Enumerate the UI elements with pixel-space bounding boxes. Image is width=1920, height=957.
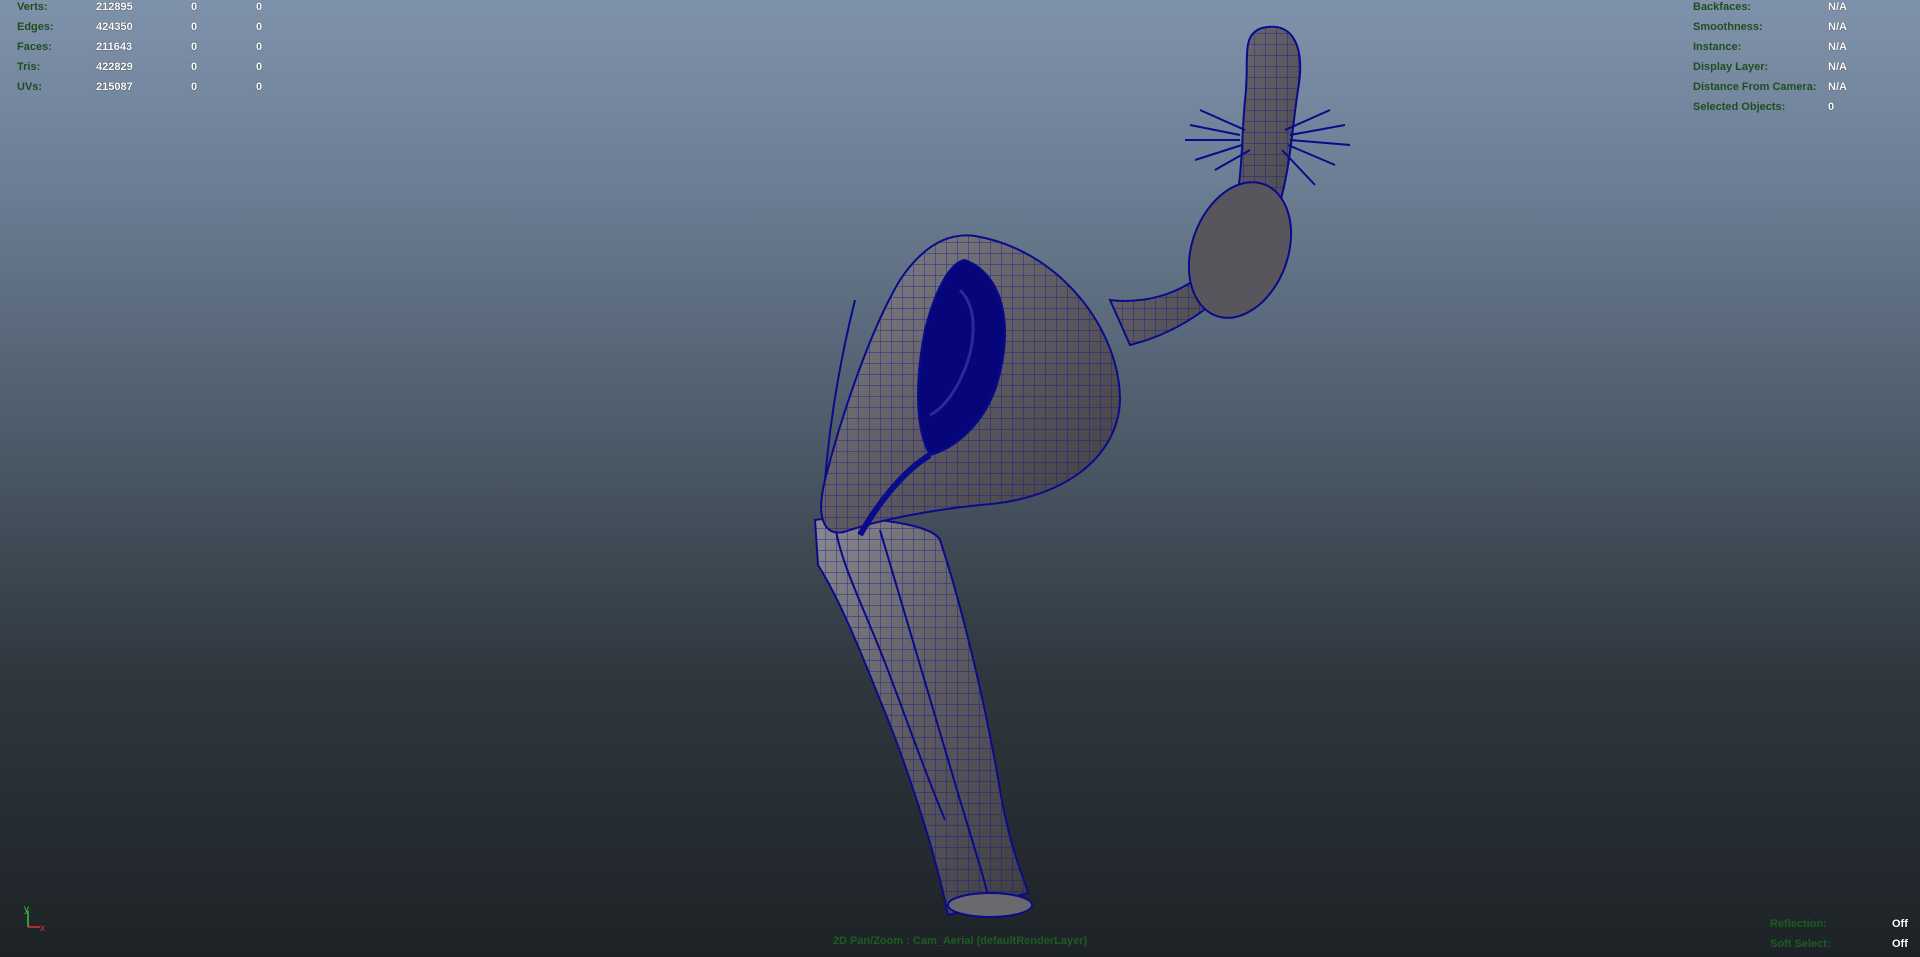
info-label: Selected Objects: [1693,101,1786,113]
info-value: N/A [1828,81,1847,93]
3d-viewport[interactable]: Verts: 212895 0 0 Edges: 424350 0 0 Face… [0,0,1920,957]
stats-value: 212895 [96,1,133,13]
lower-tube [813,517,1030,917]
axis-x-label: x [40,923,45,934]
info-value: N/A [1828,41,1847,53]
stats-value: 0 [256,21,263,33]
stats-value: 0 [256,81,263,93]
info-value: N/A [1828,21,1847,33]
stats-label: Faces: [17,41,52,53]
camera-label: 2D Pan/Zoom : Cam_Aerial (defaultRenderL… [832,935,1088,947]
flag-value: Off [1892,918,1908,930]
stats-label: Verts: [17,1,48,13]
info-label: Distance From Camera: [1693,81,1817,93]
stats-value: 0 [191,81,198,93]
stats-label: UVs: [17,81,43,93]
info-value: 0 [1828,101,1835,113]
stats-value: 211643 [96,41,133,53]
stats-value: 424350 [96,21,133,33]
flag-label: Reflection: [1770,918,1827,930]
stats-value: 0 [191,21,198,33]
info-label: Smoothness: [1693,21,1763,33]
stats-value: 422829 [96,61,133,73]
stats-value: 0 [191,1,198,13]
info-label: Instance: [1693,41,1742,53]
stats-value: 215087 [96,81,133,93]
uterus-body [820,234,1122,537]
info-label: Backfaces: [1693,1,1752,13]
axis-y-label: y [24,905,29,915]
cut-cap-bottom [947,892,1033,918]
stats-label: Tris: [17,61,41,73]
info-value: N/A [1828,61,1847,73]
stats-value: 0 [191,41,198,53]
info-label: Display Layer: [1693,61,1769,73]
stats-value: 0 [256,41,263,53]
info-value: N/A [1828,1,1847,13]
mesh-model[interactable] [0,0,1920,957]
axis-gizmo-icon: y x [24,905,45,934]
stats-value: 0 [256,61,263,73]
stats-value: 0 [256,1,263,13]
stats-value: 0 [191,61,198,73]
stats-label: Edges: [17,21,54,33]
